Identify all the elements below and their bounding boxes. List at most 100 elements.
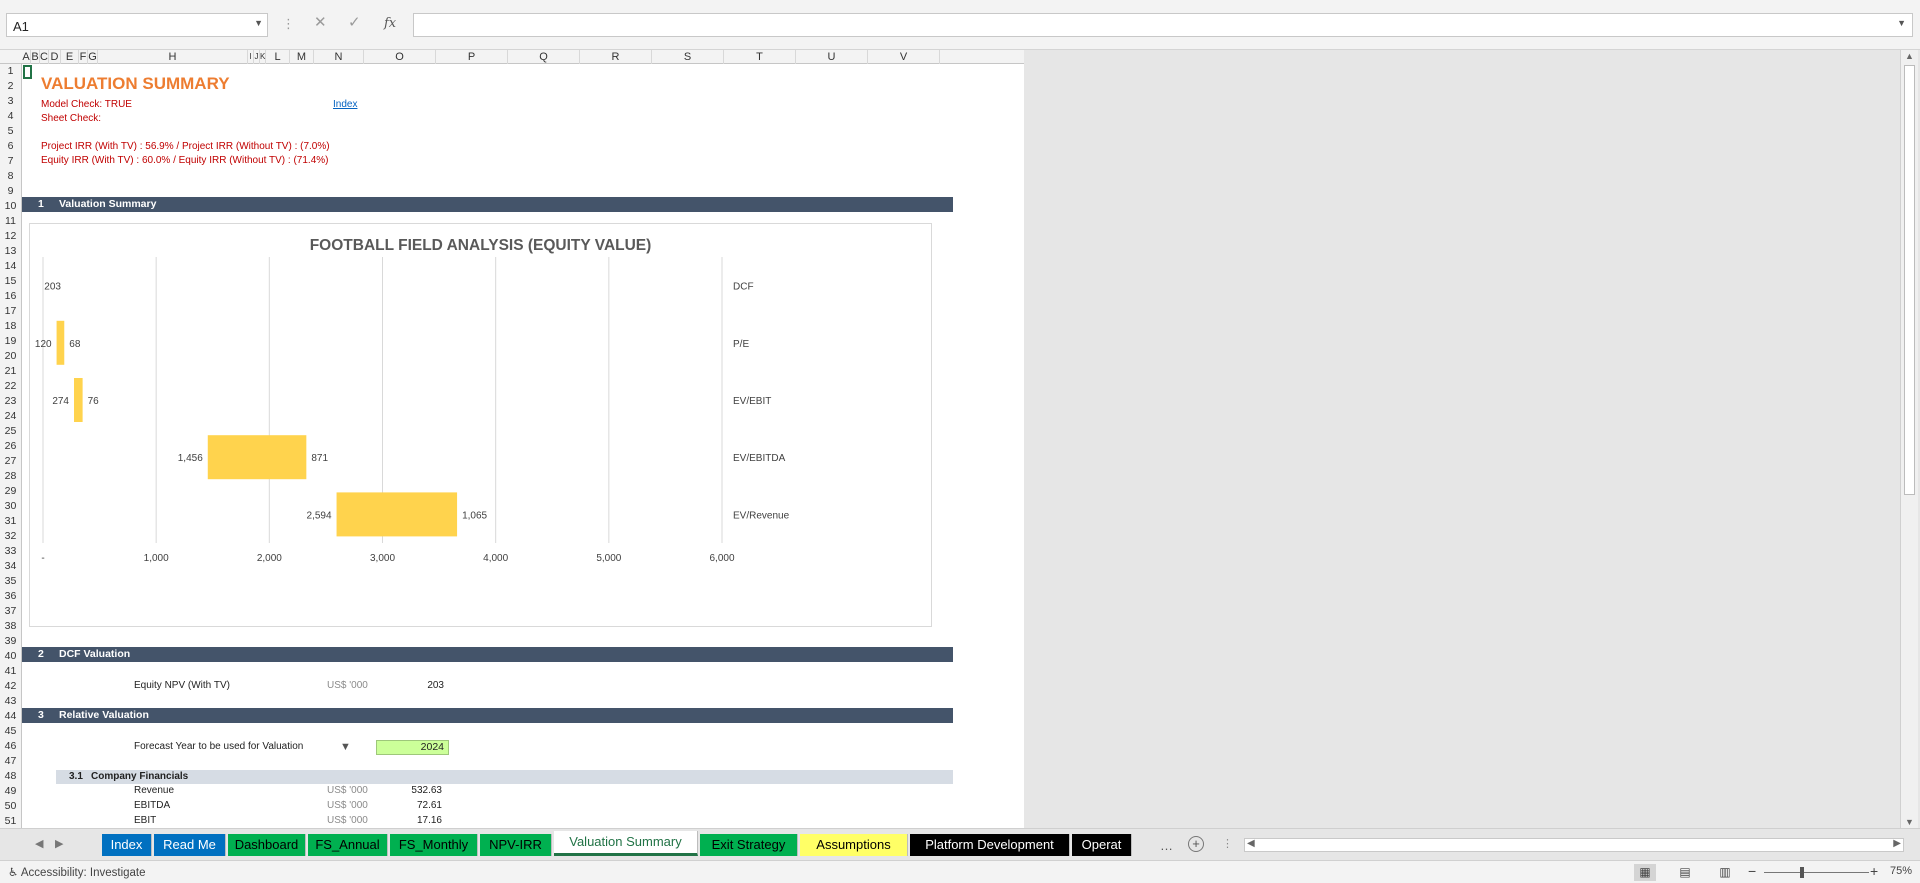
row-header[interactable]: 33 [0,544,21,559]
row-header[interactable]: 15 [0,274,21,289]
more-options-icon[interactable]: ⋮ [282,16,295,32]
row-header[interactable]: 5 [0,124,21,139]
row-header[interactable]: 40 [0,649,21,664]
scroll-up-icon[interactable]: ▲ [1905,51,1914,61]
add-sheet-icon[interactable]: + [1188,836,1204,852]
row-header[interactable]: 30 [0,499,21,514]
sheet-tab[interactable]: FS_Annual [308,834,388,856]
cancel-icon[interactable]: ✕ [314,13,327,31]
row-header[interactable]: 28 [0,469,21,484]
zoom-in-icon[interactable]: + [1870,863,1878,879]
page-break-view-icon[interactable]: ▥ [1714,864,1736,881]
column-header[interactable]: V [868,50,940,64]
sheet-tab[interactable]: Exit Strategy [700,834,798,856]
zoom-level[interactable]: 75% [1890,865,1912,877]
column-header[interactable]: N [314,50,364,64]
row-header[interactable]: 25 [0,424,21,439]
row-header[interactable]: 2 [0,79,21,94]
sheet-tab[interactable]: Index [102,834,152,856]
column-header[interactable]: C [40,50,49,64]
row-header[interactable]: 6 [0,139,21,154]
column-header[interactable]: E [61,50,79,64]
row-header[interactable]: 8 [0,169,21,184]
enter-icon[interactable]: ✓ [348,13,361,31]
row-header[interactable]: 50 [0,799,21,814]
row-header[interactable]: 45 [0,724,21,739]
vertical-scrollbar[interactable]: ▲ ▼ [1900,50,1918,828]
column-header[interactable]: U [796,50,868,64]
row-header[interactable]: 17 [0,304,21,319]
column-header[interactable]: A [22,50,31,64]
row-header[interactable]: 10 [0,199,21,214]
row-header[interactable]: 36 [0,589,21,604]
sheet-tab[interactable]: Platform Development [910,834,1070,856]
row-header[interactable]: 16 [0,289,21,304]
sheet-tab[interactable]: NPV-IRR [480,834,552,856]
row-header[interactable]: 20 [0,349,21,364]
row-header[interactable]: 35 [0,574,21,589]
row-header[interactable]: 9 [0,184,21,199]
splitter-icon[interactable]: ⋮ [1222,837,1233,850]
column-header[interactable]: L [266,50,290,64]
name-box[interactable]: A1 ▼ [6,13,268,37]
football-field-chart[interactable]: FOOTBALL FIELD ANALYSIS (EQUITY VALUE) -… [29,223,932,627]
normal-view-icon[interactable]: ▦ [1634,864,1656,881]
column-header[interactable]: T [724,50,796,64]
row-header[interactable]: 26 [0,439,21,454]
row-header[interactable]: 51 [0,814,21,829]
row-header[interactable]: 7 [0,154,21,169]
expand-formula-icon[interactable]: ▼ [1897,18,1906,28]
column-header[interactable]: B [31,50,40,64]
scroll-left-icon[interactable]: ◀ [1247,838,1255,849]
row-header[interactable]: 38 [0,619,21,634]
row-header[interactable]: 42 [0,679,21,694]
formula-input[interactable]: ▼ [413,13,1913,37]
sheet-tab[interactable]: Read Me [154,834,226,856]
column-header[interactable]: G [88,50,98,64]
column-header[interactable]: P [436,50,508,64]
column-header[interactable]: M [290,50,314,64]
zoom-slider[interactable] [1764,872,1869,873]
column-header[interactable]: Q [508,50,580,64]
scroll-down-icon[interactable]: ▼ [1905,817,1914,827]
page-layout-view-icon[interactable]: ▤ [1674,864,1696,881]
scroll-thumb[interactable] [1257,840,1877,850]
column-header[interactable]: O [364,50,436,64]
row-header[interactable]: 43 [0,694,21,709]
row-header[interactable]: 48 [0,769,21,784]
tab-prev-icon[interactable]: ◀ [35,837,43,850]
column-header[interactable]: R [580,50,652,64]
row-header[interactable]: 34 [0,559,21,574]
row-header[interactable]: 41 [0,664,21,679]
row-header[interactable]: 18 [0,319,21,334]
row-header[interactable]: 12 [0,229,21,244]
row-header[interactable]: 49 [0,784,21,799]
zoom-slider-thumb[interactable] [1800,867,1804,878]
more-tabs-icon[interactable]: … [1160,838,1173,853]
row-header[interactable]: 14 [0,259,21,274]
row-header[interactable]: 31 [0,514,21,529]
accessibility-status[interactable]: ♿ Accessibility: Investigate [8,865,146,879]
row-header[interactable]: 21 [0,364,21,379]
row-header[interactable]: 44 [0,709,21,724]
forecast-year-input[interactable]: 2024 [376,740,449,755]
horizontal-scrollbar[interactable]: ◀ ▶ [1244,838,1904,852]
row-header[interactable]: 39 [0,634,21,649]
row-header[interactable]: 11 [0,214,21,229]
scroll-right-icon[interactable]: ▶ [1893,838,1901,849]
row-header[interactable]: 27 [0,454,21,469]
chevron-down-icon[interactable]: ▼ [254,18,263,28]
column-header[interactable]: F [79,50,88,64]
column-header[interactable]: D [49,50,61,64]
index-link[interactable]: Index [333,99,357,110]
column-header[interactable]: H [98,50,248,64]
row-header[interactable]: 46 [0,739,21,754]
row-header[interactable]: 24 [0,409,21,424]
row-header[interactable]: 3 [0,94,21,109]
row-header[interactable]: 32 [0,529,21,544]
worksheet-grid[interactable]: VALUATION SUMMARY Model Check: TRUE Shee… [22,64,1024,828]
row-header[interactable]: 4 [0,109,21,124]
insert-function-icon[interactable]: fx [384,16,396,31]
row-header[interactable]: 37 [0,604,21,619]
row-header[interactable]: 1 [0,64,21,79]
